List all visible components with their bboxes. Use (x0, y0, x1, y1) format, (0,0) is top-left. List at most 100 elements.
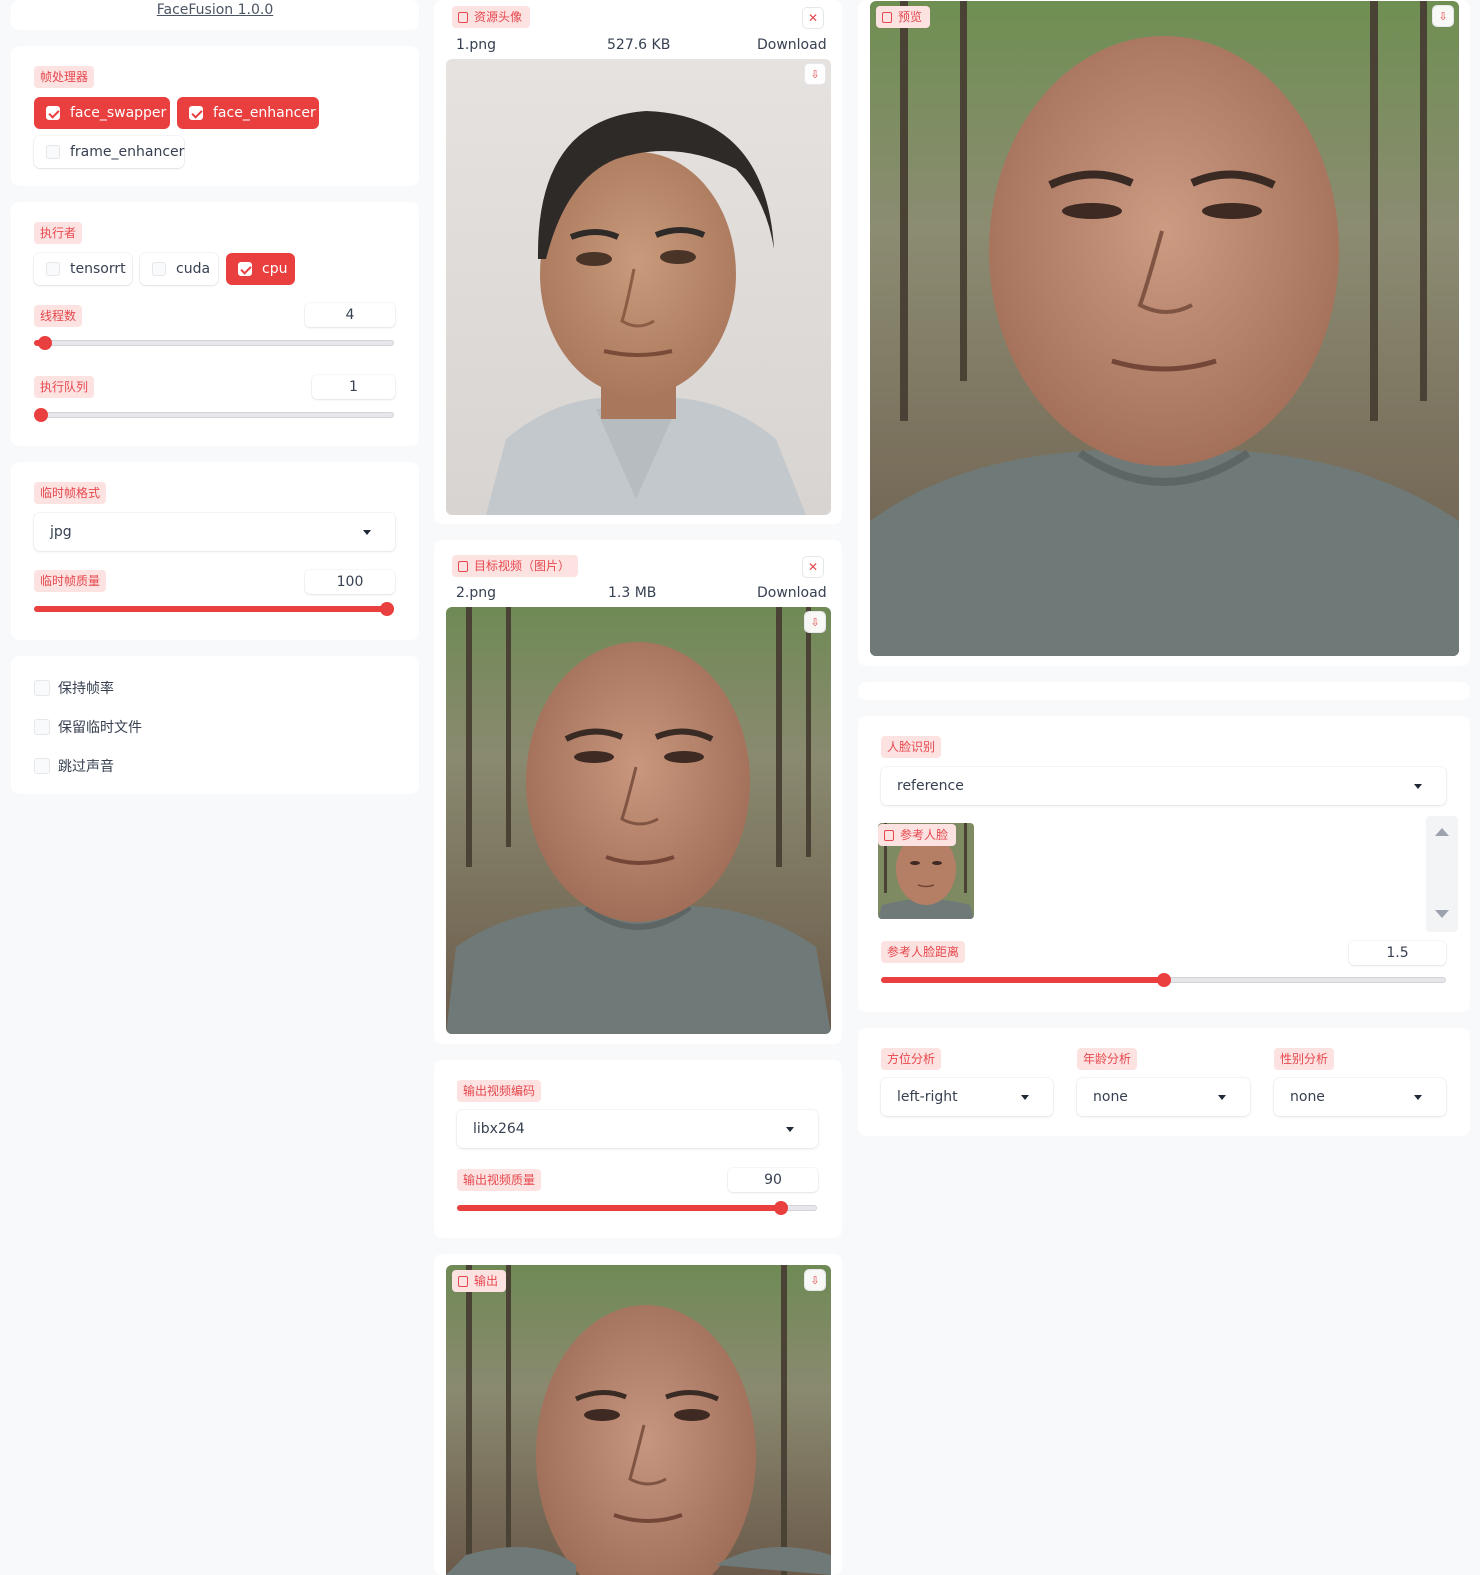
source-download-icon[interactable]: ⇩ (805, 64, 825, 84)
gender-analyser-dropdown[interactable]: none (1274, 1078, 1446, 1116)
slider-fill (881, 977, 1164, 983)
output-image[interactable] (446, 1265, 831, 1575)
preview-label-text: 预览 (898, 10, 923, 24)
chevron-down-icon (786, 1127, 794, 1132)
slider-thumb[interactable] (34, 408, 48, 422)
chevron-down-icon (1414, 784, 1422, 789)
tensorrt-checkbox[interactable]: tensorrt (34, 253, 132, 285)
face-swapper-checkbox[interactable]: face_swapper (34, 97, 170, 129)
output-encoder-value: libx264 (473, 1121, 525, 1137)
face-recognition-label: 人脸识别 (881, 736, 942, 758)
output-label-text: 输出 (474, 1274, 499, 1288)
thread-count-input[interactable]: 4 (305, 303, 395, 327)
cuda-checkbox[interactable]: cuda (140, 253, 218, 285)
reference-distance-input[interactable]: 1.5 (1349, 941, 1446, 965)
slider-thumb[interactable] (37, 336, 52, 350)
keep-temp-checkbox[interactable]: 保留临时文件 (34, 717, 142, 737)
temp-frame-panel: 临时帧格式 jpg 临时帧质量 100 (11, 462, 419, 640)
gender-analyser-label: 性别分析 (1274, 1048, 1335, 1070)
target-file-size: 1.3 MB (608, 585, 657, 601)
gender-analyser-value: none (1290, 1089, 1325, 1105)
execution-providers-label: 执行者 (34, 222, 83, 244)
face-swapper-label: face_swapper (70, 105, 167, 121)
scroll-down-icon[interactable] (1435, 910, 1449, 918)
temp-frame-format-label: 临时帧格式 (34, 482, 107, 504)
preview-download-icon[interactable]: ⇩ (1433, 6, 1453, 26)
keep-temp-label: 保留临时文件 (58, 720, 142, 736)
empty-panel (858, 682, 1470, 700)
source-panel: 资源头像 ✕ 1.png 527.6 KB Download ⇩ (434, 0, 842, 524)
checkbox-icon (189, 106, 203, 120)
target-label: 目标视频（图片） (452, 555, 579, 577)
target-image[interactable] (446, 607, 831, 1034)
face-recognition-dropdown[interactable]: reference (881, 767, 1446, 805)
reference-face-label-text: 参考人脸 (900, 828, 949, 842)
target-download-link[interactable]: Download (757, 585, 827, 601)
chevron-down-icon (1414, 1095, 1422, 1100)
image-icon (882, 11, 892, 23)
source-label-text: 资源头像 (474, 10, 523, 24)
slider-thumb[interactable] (1156, 973, 1171, 987)
queue-count-input[interactable]: 1 (312, 375, 395, 399)
face-analysers-panel: 方位分析 left-right 年龄分析 none 性别分析 none (858, 1028, 1470, 1136)
checkbox-icon (46, 262, 60, 276)
execution-panel: 执行者 tensorrt cuda cpu 线程数 4 执行队列 1 (11, 202, 419, 446)
output-quality-label: 输出视频质量 (457, 1169, 542, 1191)
skip-audio-checkbox[interactable]: 跳过声音 (34, 756, 114, 776)
preview-image[interactable] (870, 1, 1459, 656)
face-recognition-panel: 人脸识别 reference 参考人脸 参考人脸距离 1.5 (858, 716, 1470, 1012)
queue-count-slider[interactable] (34, 408, 394, 422)
app-title-link[interactable]: FaceFusion 1.0.0 (11, 2, 419, 18)
target-portrait (446, 607, 831, 1034)
scroll-up-icon[interactable] (1435, 828, 1449, 836)
source-clear-button[interactable]: ✕ (803, 8, 823, 28)
cpu-checkbox[interactable]: cpu (226, 253, 295, 285)
age-analyser-dropdown[interactable]: none (1077, 1078, 1250, 1116)
preview-panel: 预览 ⇩ (858, 0, 1470, 666)
cuda-label: cuda (176, 261, 211, 277)
output-panel: 输出 ⇩ (434, 1254, 842, 1575)
slider-thumb[interactable] (774, 1201, 788, 1215)
gallery-scrollbar[interactable] (1426, 816, 1458, 932)
face-enhancer-label: face_enhancer (213, 105, 316, 121)
source-file-name: 1.png (456, 37, 497, 53)
output-quality-input[interactable]: 90 (728, 1168, 818, 1192)
thread-count-label: 线程数 (34, 305, 83, 327)
settings-panel: 保持帧率 保留临时文件 跳过声音 (11, 656, 419, 794)
skip-audio-label: 跳过声音 (58, 759, 114, 775)
slider-thumb[interactable] (380, 602, 394, 616)
reference-distance-label: 参考人脸距离 (881, 941, 966, 963)
frame-enhancer-label: frame_enhancer (70, 144, 185, 160)
frame-enhancer-checkbox[interactable]: frame_enhancer (34, 136, 184, 168)
temp-frame-quality-label: 临时帧质量 (34, 570, 107, 592)
old-man-portrait (446, 59, 831, 515)
reference-distance-slider[interactable] (881, 973, 1446, 987)
age-analyser-value: none (1093, 1089, 1128, 1105)
frame-processors-label: 帧处理器 (34, 66, 95, 88)
cpu-label: cpu (262, 261, 288, 277)
target-file-name: 2.png (456, 585, 497, 601)
output-encoder-dropdown[interactable]: libx264 (457, 1110, 818, 1148)
target-download-icon[interactable]: ⇩ (805, 612, 825, 632)
slider-fill (34, 606, 394, 612)
temp-frame-format-value: jpg (50, 524, 72, 540)
direction-analyser-value: left-right (897, 1089, 958, 1105)
temp-frame-quality-input[interactable]: 100 (305, 570, 395, 594)
keep-fps-checkbox[interactable]: 保持帧率 (34, 678, 114, 698)
target-clear-button[interactable]: ✕ (803, 557, 823, 577)
source-image[interactable] (446, 59, 831, 515)
output-label: 输出 (452, 1270, 507, 1292)
target-label-text: 目标视频（图片） (474, 559, 571, 573)
thread-count-slider[interactable] (34, 336, 394, 350)
reference-face-label: 参考人脸 (878, 824, 957, 846)
face-enhancer-checkbox[interactable]: face_enhancer (177, 97, 319, 129)
tensorrt-label: tensorrt (70, 261, 126, 277)
output-download-icon[interactable]: ⇩ (805, 1270, 825, 1290)
output-quality-slider[interactable] (457, 1201, 817, 1215)
temp-frame-quality-slider[interactable] (34, 602, 394, 616)
image-icon (884, 829, 894, 841)
target-panel: 目标视频（图片） ✕ 2.png 1.3 MB Download ⇩ (434, 540, 842, 1044)
source-download-link[interactable]: Download (757, 37, 827, 53)
temp-frame-format-dropdown[interactable]: jpg (34, 513, 395, 551)
direction-analyser-dropdown[interactable]: left-right (881, 1078, 1053, 1116)
